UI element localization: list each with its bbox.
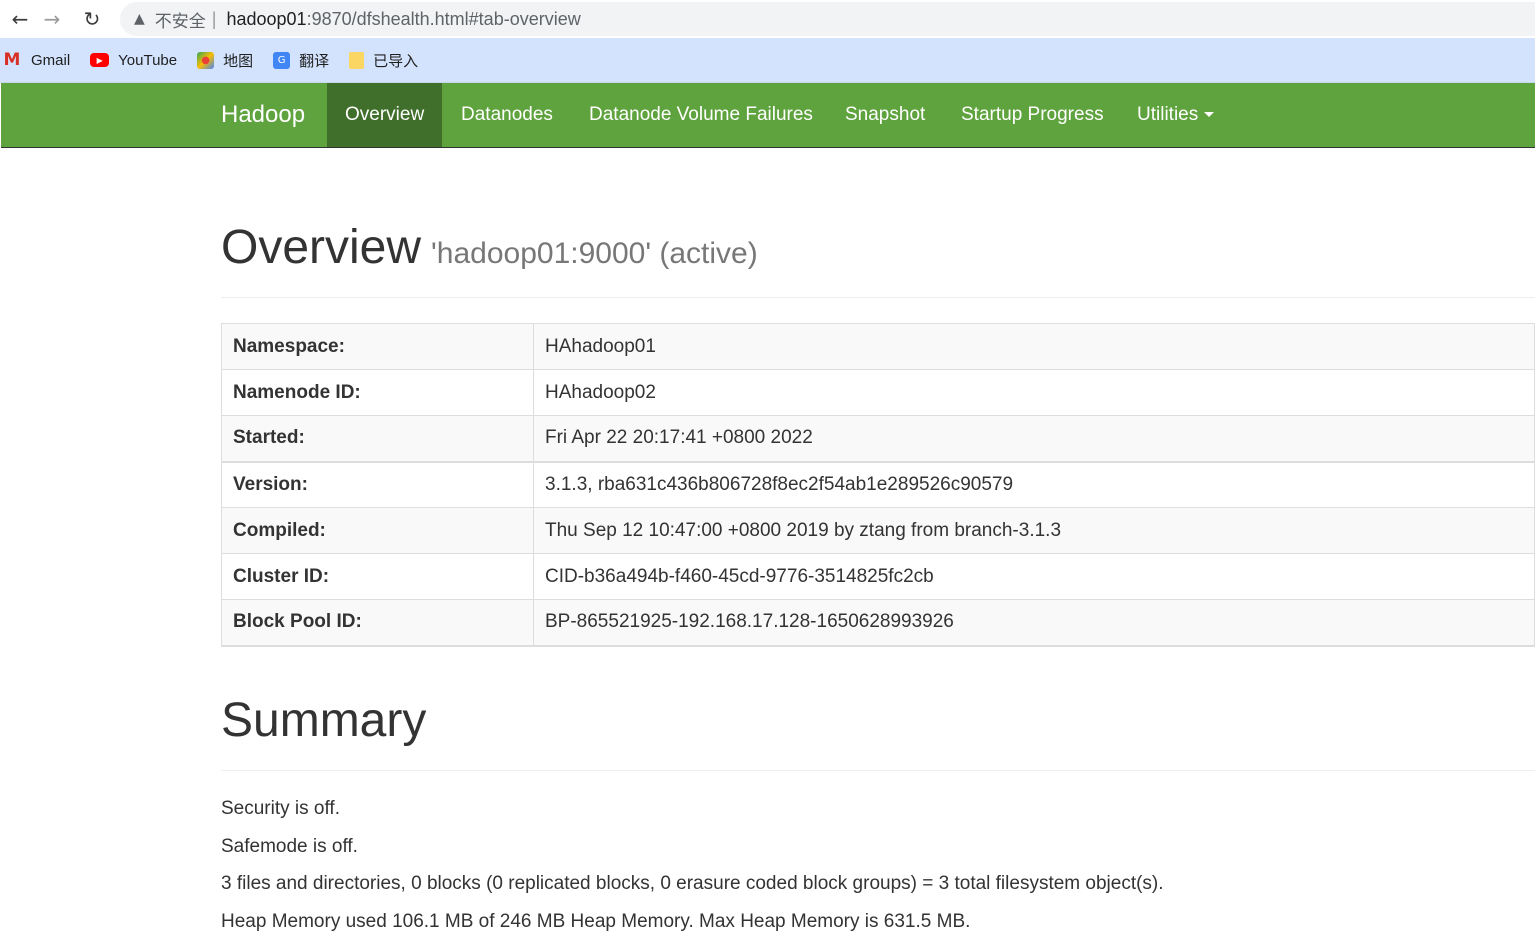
summary-safemode: Safemode is off.: [221, 836, 358, 857]
row-value: CID-b36a494b-f460-45cd-9776-3514825fc2cb: [533, 553, 1535, 600]
table-row: Started: Fri Apr 22 20:17:41 +0800 2022: [221, 415, 1535, 462]
nav-startup-progress[interactable]: Startup Progress: [943, 83, 1122, 147]
summary-title: Summary: [221, 694, 427, 747]
row-value: HAhadoop01: [533, 323, 1535, 370]
row-key: Cluster ID:: [221, 553, 534, 600]
maps-icon: ●: [197, 51, 215, 69]
row-value: 3.1.3, rba631c436b806728f8ec2f54ab1e2895…: [533, 460, 1535, 508]
hadoop-navbar: Hadoop Overview Datanodes Datanode Volum…: [1, 83, 1535, 148]
table-row: Compiled: Thu Sep 12 10:47:00 +0800 2019…: [221, 507, 1535, 554]
table-row: Namenode ID: HAhadoop02: [221, 369, 1535, 416]
folder-icon: [349, 51, 365, 69]
nav-utilities-dropdown[interactable]: Utilities: [1119, 83, 1232, 147]
arrow-right-icon[interactable]: →: [32, 0, 72, 38]
nav-snapshot[interactable]: Snapshot: [827, 83, 943, 147]
bookmark-translate[interactable]: G 翻译: [273, 50, 329, 71]
nav-datanodes[interactable]: Datanodes: [443, 83, 571, 147]
row-value: Thu Sep 12 10:47:00 +0800 2019 by ztang …: [533, 507, 1535, 554]
gmail-icon: M: [3, 50, 21, 70]
row-key: Started:: [221, 415, 534, 462]
url-host[interactable]: hadoop01: [226, 9, 306, 30]
caret-down-icon: [1204, 112, 1215, 118]
summary-heap-memory: Heap Memory used 106.1 MB of 246 MB Heap…: [221, 911, 971, 932]
page-subtitle: 'hadoop01:9000' (active): [431, 237, 758, 270]
bookmark-label: 翻译: [299, 52, 330, 70]
youtube-icon: ▶: [90, 53, 110, 67]
row-value: BP-865521925-192.168.17.128-165062899392…: [533, 599, 1535, 647]
bookmark-label: 已导入: [373, 52, 419, 70]
warning-triangle-icon[interactable]: ▲: [134, 11, 145, 27]
bookmark-imported[interactable]: 已导入: [349, 50, 418, 71]
row-key: Block Pool ID:: [221, 599, 534, 647]
bookmark-gmail[interactable]: M Gmail: [2, 50, 71, 70]
page-title: Overview: [221, 221, 422, 274]
overview-table: Namespace: HAhadoop01 Namenode ID: HAhad…: [221, 323, 1535, 647]
nav-overview[interactable]: Overview: [327, 83, 443, 147]
bookmarks-bar: M Gmail ▶ YouTube ● 地图 G 翻译 已导入: [0, 38, 1535, 83]
summary-security: Security is off.: [221, 798, 340, 819]
bookmark-maps[interactable]: ● 地图: [197, 50, 253, 71]
row-key: Version:: [221, 460, 534, 508]
nav-datanode-volume-failures[interactable]: Datanode Volume Failures: [571, 83, 831, 147]
bookmark-label: YouTube: [118, 51, 178, 69]
row-key: Namenode ID:: [221, 369, 534, 416]
row-value: Fri Apr 22 20:17:41 +0800 2022: [533, 415, 1535, 462]
summary-filesystem-objects: 3 files and directories, 0 blocks (0 rep…: [221, 873, 1164, 894]
security-label[interactable]: 不安全: [155, 7, 206, 32]
row-key: Namespace:: [221, 323, 534, 370]
brand-logo[interactable]: Hadoop: [221, 83, 305, 147]
reload-icon[interactable]: ↻: [72, 0, 112, 38]
bookmark-label: Gmail: [31, 51, 71, 69]
translate-icon: G: [273, 51, 291, 69]
bookmark-label: 地图: [223, 52, 254, 70]
url-path[interactable]: :9870/dfshealth.html#tab-overview: [307, 9, 581, 30]
table-row: Cluster ID: CID-b36a494b-f460-45cd-9776-…: [221, 553, 1535, 600]
nav-utilities-label: Utilities: [1137, 104, 1199, 125]
row-value: HAhadoop02: [533, 369, 1535, 416]
table-row: Namespace: HAhadoop01: [221, 323, 1535, 370]
table-row: Version: 3.1.3, rba631c436b806728f8ec2f5…: [221, 460, 1535, 508]
separator: |: [211, 8, 217, 29]
address-bar[interactable]: ▲ 不安全 | hadoop01:9870/dfshealth.html#tab…: [120, 2, 1535, 36]
table-row: Block Pool ID: BP-865521925-192.168.17.1…: [221, 599, 1535, 647]
bookmark-youtube[interactable]: ▶ YouTube: [90, 52, 177, 69]
summary-header: Summary: [221, 693, 1535, 771]
overview-header: Overview 'hadoop01:9000' (active): [221, 220, 1535, 298]
browser-toolbar: ← → ↻ ▲ 不安全 | hadoop01:9870/dfshealth.ht…: [0, 0, 1535, 38]
row-key: Compiled:: [221, 507, 534, 554]
